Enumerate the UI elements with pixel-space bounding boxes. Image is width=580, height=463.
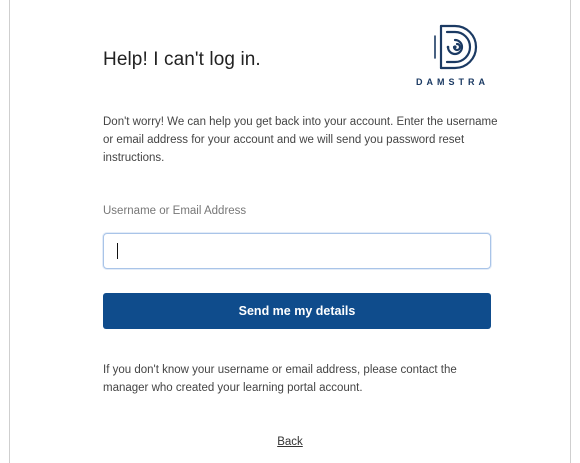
username-email-input[interactable] [103, 233, 491, 269]
help-text: If you don't know your username or email… [103, 364, 457, 394]
username-field-label: Username or Email Address [103, 205, 247, 217]
instructions-text: Don't worry! We can help you get back in… [103, 116, 498, 164]
back-link[interactable]: Back [0, 436, 580, 448]
logo-wordmark: DAMSTRA [416, 77, 489, 87]
page-title: Help! I can't log in. [103, 49, 261, 70]
damstra-logo-icon [434, 24, 478, 70]
brand-logo: DAMSTRA [414, 22, 506, 96]
send-details-button[interactable]: Send me my details [103, 293, 491, 329]
text-cursor [117, 243, 118, 259]
